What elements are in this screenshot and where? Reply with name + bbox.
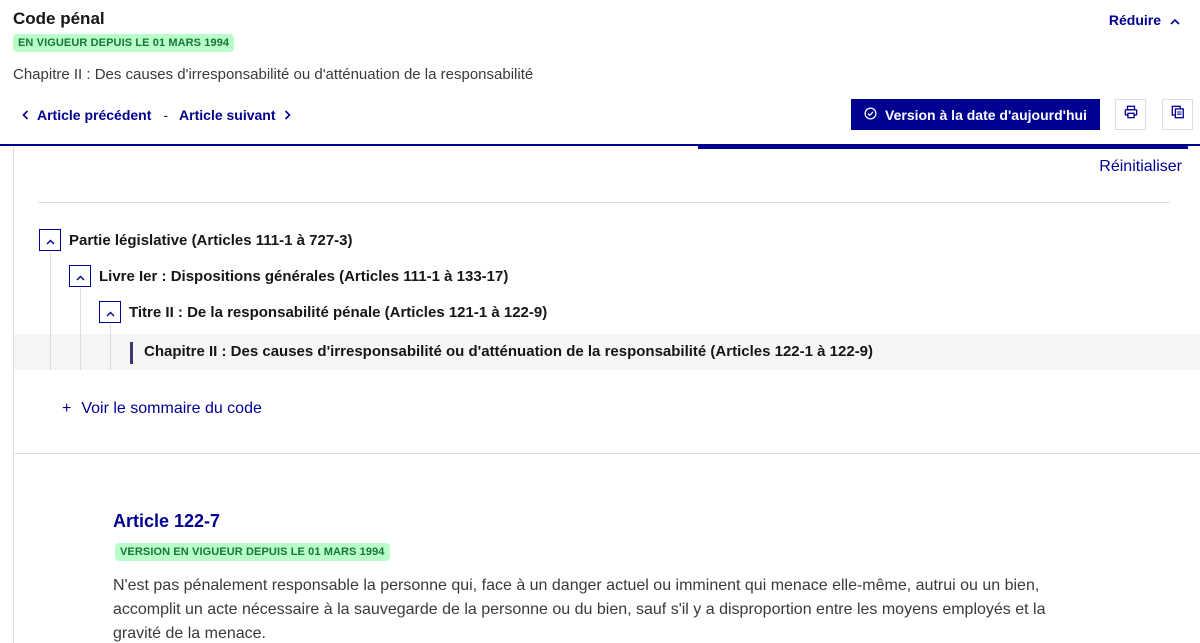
version-badge: VERSION EN VIGUEUR DEPUIS LE 01 MARS 199… [115,543,390,561]
chevron-right-icon [284,107,291,123]
next-article-label: Article suivant [179,107,276,123]
chevron-up-icon [1170,12,1180,28]
current-item-marker [130,342,133,364]
tree-guide-line [110,324,111,370]
version-button-label: Version à la date d'aujourd'hui [885,106,1087,123]
view-summary-label: Voir le sommaire du code [81,400,262,417]
next-article-link[interactable]: Article suivant [179,107,291,123]
status-badge: EN VIGUEUR DEPUIS LE 01 MARS 1994 [13,34,235,52]
copy-icon [1171,105,1185,124]
chapter-subtitle: Chapitre II : Des causes d'irresponsabil… [13,66,534,83]
tree-toggle-button[interactable] [39,229,61,251]
reset-link[interactable]: Réinitialiser [1099,158,1182,176]
reduce-button[interactable]: Réduire [1109,12,1180,28]
tree-toggle-button[interactable] [99,301,121,323]
tree-item-label[interactable]: Livre Ier : Dispositions générales (Arti… [99,268,508,285]
current-chapter-label[interactable]: Chapitre II : Des causes d'irresponsabil… [144,343,873,360]
chevron-up-icon [46,232,55,249]
print-button[interactable] [1115,99,1146,130]
active-tab-indicator [698,146,1188,149]
print-icon [1124,105,1138,124]
tree-item-livre-1: Livre Ier : Dispositions générales (Arti… [69,265,508,287]
view-summary-link[interactable]: + Voir le sommaire du code [62,400,262,418]
tree-item-label[interactable]: Partie législative (Articles 111-1 à 727… [69,232,353,249]
reduce-label: Réduire [1108,12,1161,28]
check-circle-icon [864,106,877,123]
divider [38,202,1170,203]
previous-article-label: Article précédent [37,107,152,123]
previous-article-link[interactable]: Article précédent [22,107,151,123]
chevron-up-icon [76,268,85,285]
chevron-left-icon [22,107,29,123]
tree-item-titre-2: Titre II : De la responsabilité pénale (… [99,301,547,323]
article-body: N'est pas pénalement responsable la pers… [113,577,1046,642]
tree-guide-line [50,252,51,370]
article-title: Article 122-7 [113,511,221,531]
copy-button[interactable] [1162,99,1193,130]
tree-item-partie-legislative: Partie législative (Articles 111-1 à 727… [39,229,353,251]
tree-item-label[interactable]: Titre II : De la responsabilité pénale (… [129,304,547,321]
plus-icon: + [62,400,72,417]
code-header: Code pénal EN VIGUEUR DEPUIS LE 01 MARS … [0,0,1200,146]
tree-toggle-button[interactable] [69,265,91,287]
article-navigation: Article précédent - Article suivant [22,107,291,123]
chevron-up-icon [106,304,115,321]
nav-separator: - [163,107,169,123]
code-title: Code pénal [13,9,105,28]
article-section: Article 122-7 VERSION EN VIGUEUR DEPUIS … [13,454,1200,643]
current-version-button[interactable]: Version à la date d'aujourd'hui [851,99,1100,130]
tree-guide-line [80,288,81,370]
sommaire-panel: Réinitialiser Partie législative (Articl… [13,146,1200,454]
